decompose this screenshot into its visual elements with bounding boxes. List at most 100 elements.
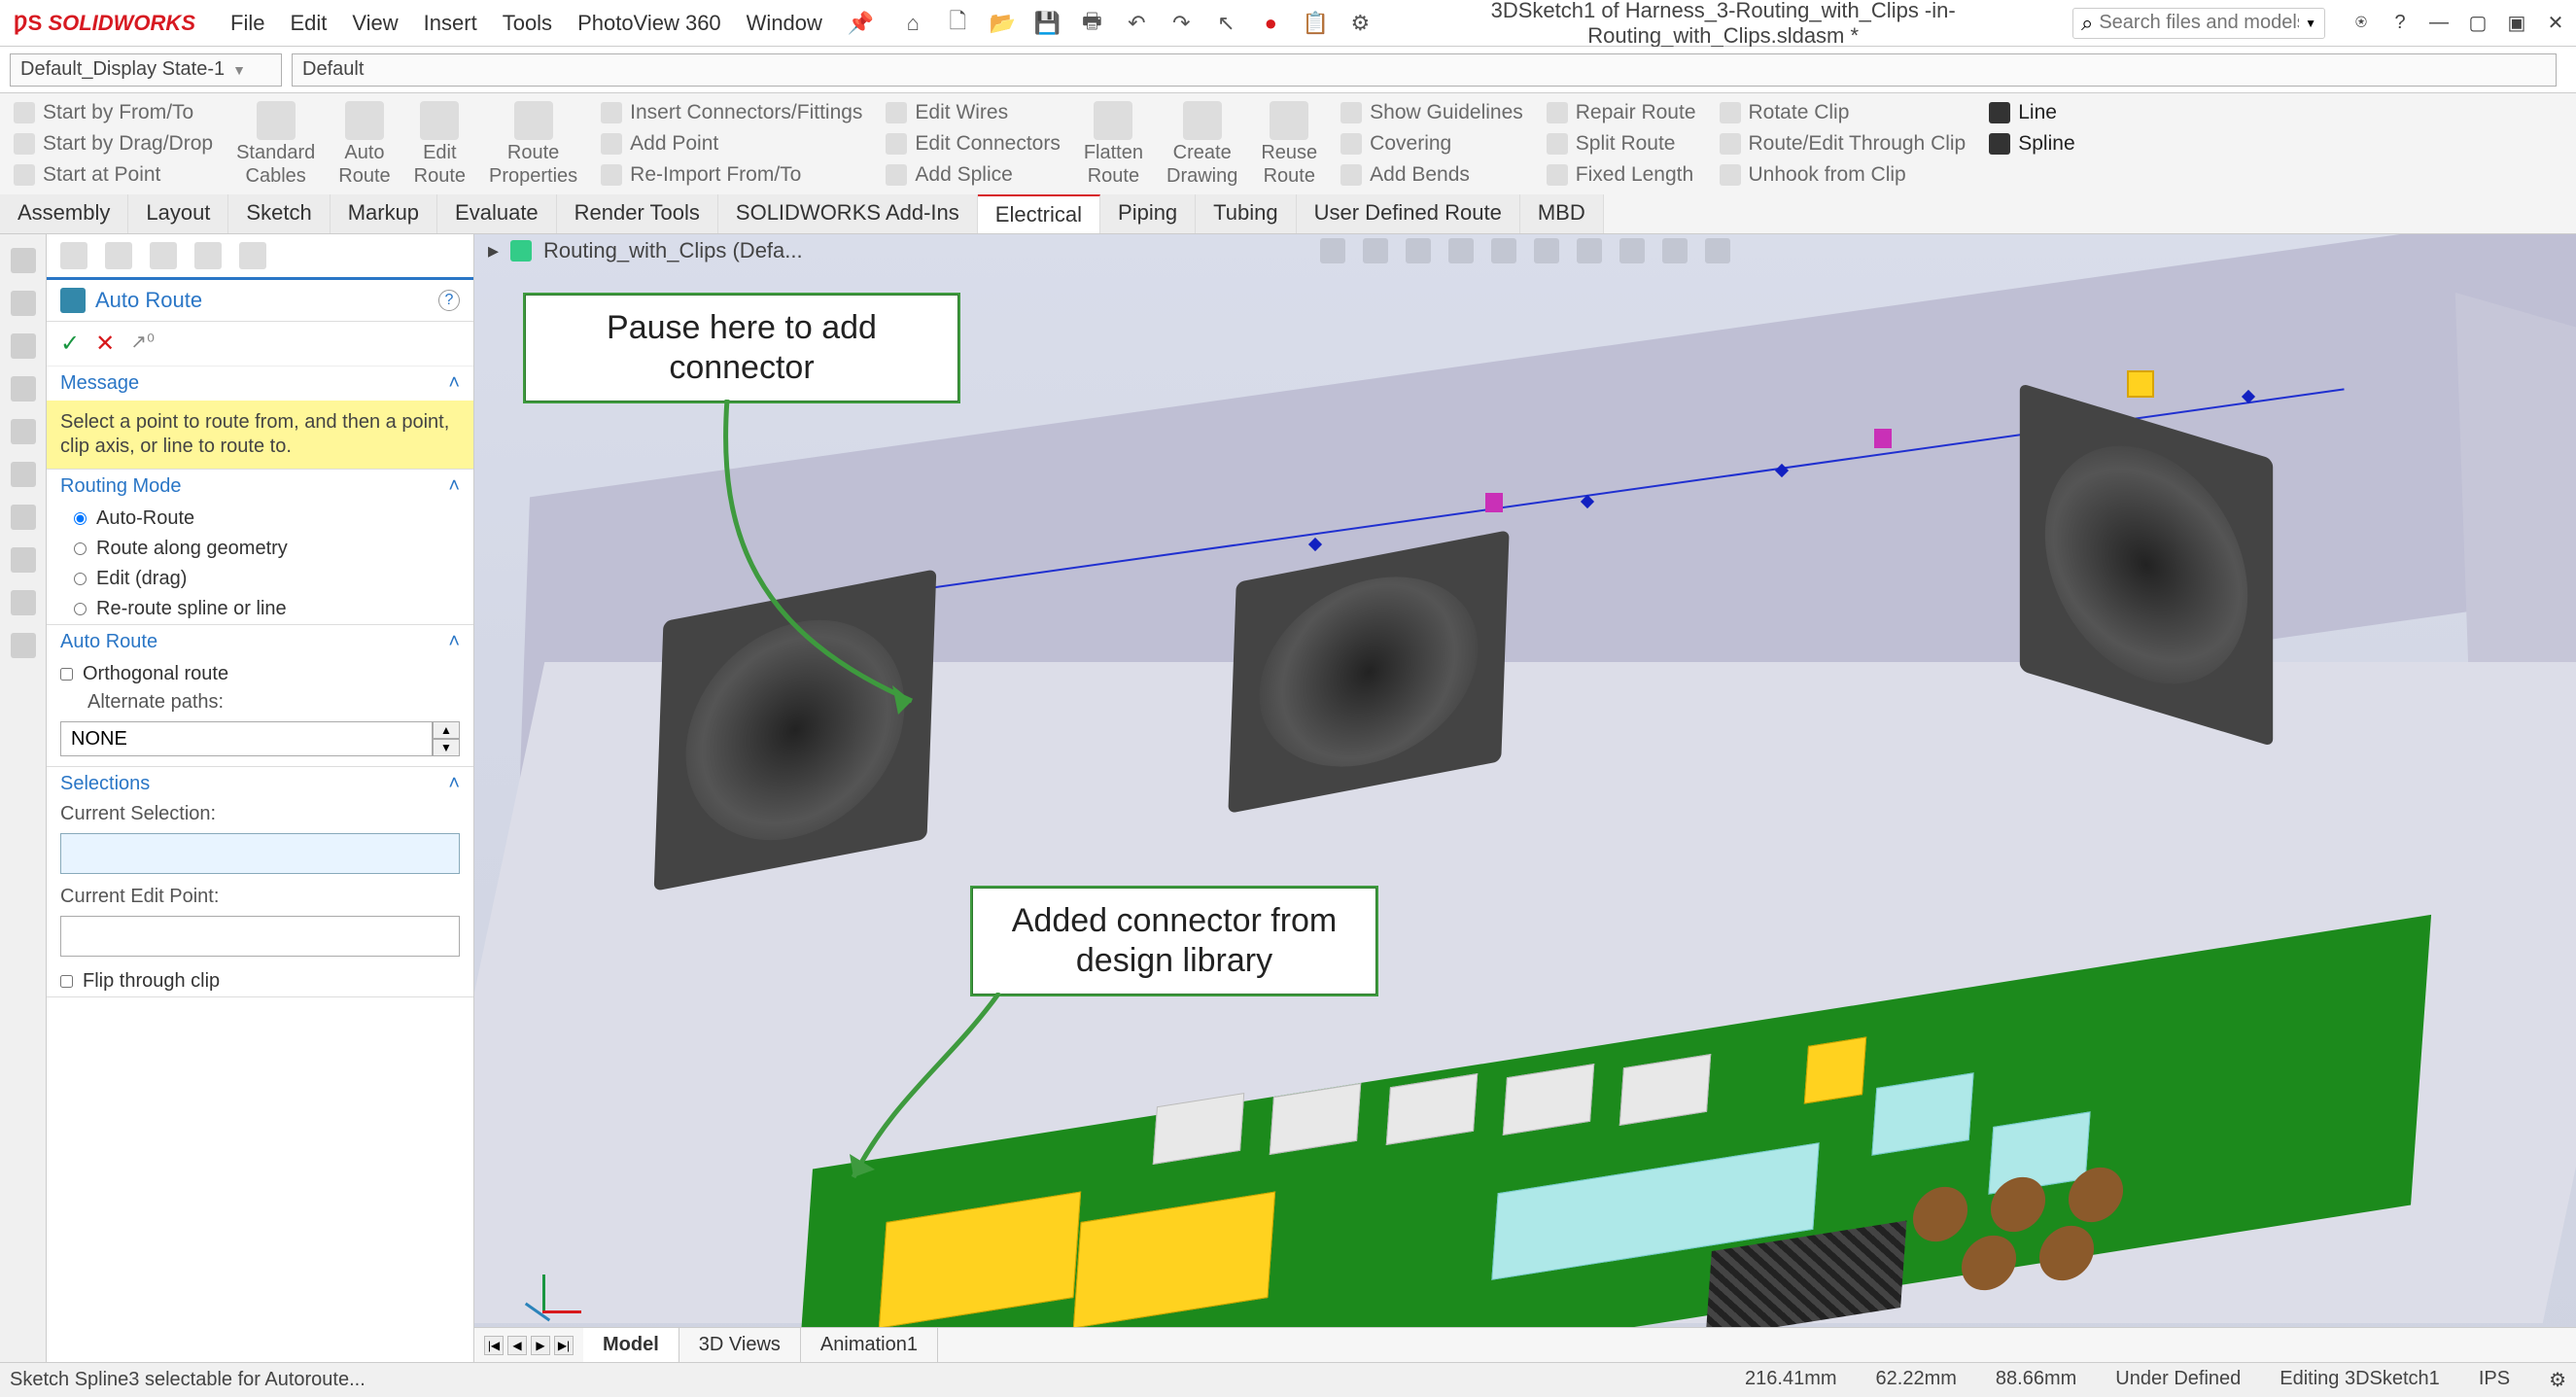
tab-electrical[interactable]: Electrical: [978, 194, 1100, 233]
pm-tab-display-icon[interactable]: [150, 242, 177, 269]
check-orthogonal-input[interactable]: [60, 668, 73, 681]
route-connector-end[interactable]: [2127, 370, 2154, 398]
search-dropdown-icon[interactable]: ▼: [2305, 17, 2316, 30]
current-edit-point-input[interactable]: [60, 916, 460, 957]
cmd-start-drag-drop[interactable]: Start by Drag/Drop: [14, 132, 213, 156]
pm-mode-header[interactable]: Routing Mode˄: [47, 470, 473, 504]
pm-tab-feature-icon[interactable]: [60, 242, 87, 269]
cmd-repair-route[interactable]: Repair Route: [1547, 101, 1696, 124]
tab-piping[interactable]: Piping: [1100, 194, 1196, 233]
pm-message-header[interactable]: Message˄: [47, 367, 473, 401]
pm-selections-header[interactable]: Selections˄: [47, 767, 473, 801]
check-flip-through-clip[interactable]: Flip through clip: [47, 966, 473, 996]
cmd-line[interactable]: Line: [1989, 101, 2074, 124]
radio-edit-drag[interactable]: Edit (drag): [47, 564, 473, 594]
search-input[interactable]: [2099, 12, 2299, 34]
print-icon[interactable]: 🖶: [1078, 10, 1105, 37]
pm-auto-route-header[interactable]: Auto Route˄: [47, 625, 473, 659]
cmd-route-through-clip[interactable]: Route/Edit Through Clip: [1720, 132, 1967, 156]
cmd-insert-connectors[interactable]: Insert Connectors/Fittings: [601, 101, 862, 124]
radio-route-geom[interactable]: Route along geometry: [47, 534, 473, 564]
route-clip[interactable]: [1874, 429, 1892, 448]
radio-edit-drag-input[interactable]: [74, 573, 87, 585]
menu-pin-icon[interactable]: 📌: [848, 11, 874, 36]
tab-render-tools[interactable]: Render Tools: [557, 194, 718, 233]
cmd-start-at-point[interactable]: Start at Point: [14, 163, 213, 187]
radio-auto-route-input[interactable]: [74, 512, 87, 525]
cmd-add-point[interactable]: Add Point: [601, 132, 862, 156]
pm-tab-sensor-icon[interactable]: [194, 242, 222, 269]
cmd-add-bends[interactable]: Add Bends: [1340, 163, 1523, 187]
cmd-start-from-to[interactable]: Start by From/To: [14, 101, 213, 124]
cmd-fixed-length[interactable]: Fixed Length: [1547, 163, 1696, 187]
tab-mbd[interactable]: MBD: [1520, 194, 1604, 233]
route-clip[interactable]: [1485, 493, 1503, 512]
select-icon[interactable]: ↖: [1212, 10, 1239, 37]
menu-insert[interactable]: Insert: [424, 11, 477, 36]
tab-sketch[interactable]: Sketch: [228, 194, 330, 233]
tab-animation1[interactable]: Animation1: [801, 1328, 938, 1362]
ltool-6-icon[interactable]: [11, 462, 36, 487]
check-flip-input[interactable]: [60, 975, 73, 988]
tab-solidworks-addins[interactable]: SOLIDWORKS Add-Ins: [718, 194, 978, 233]
pushpin-icon[interactable]: ↗⁰: [130, 330, 155, 358]
menu-photoview[interactable]: PhotoView 360: [577, 11, 721, 36]
cmd-create-drawing[interactable]: CreateDrawing: [1166, 101, 1237, 187]
radio-reroute-input[interactable]: [74, 603, 87, 615]
redo-icon[interactable]: ↷: [1167, 10, 1195, 37]
ltool-10-icon[interactable]: [11, 633, 36, 658]
cmd-rotate-clip[interactable]: Rotate Clip: [1720, 101, 1967, 124]
radio-reroute[interactable]: Re-route spline or line: [47, 594, 473, 624]
check-orthogonal[interactable]: Orthogonal route: [47, 659, 473, 689]
settings-gear-icon[interactable]: ⚙: [1346, 10, 1374, 37]
ltool-7-icon[interactable]: [11, 505, 36, 530]
ltool-2-icon[interactable]: [11, 291, 36, 316]
pm-help-icon[interactable]: ?: [438, 290, 460, 311]
cmd-unhook-clip[interactable]: Unhook from Clip: [1720, 163, 1967, 187]
display-state-dropdown[interactable]: Default_Display State-1 ▼: [10, 53, 282, 87]
ltool-8-icon[interactable]: [11, 547, 36, 573]
cmd-spline[interactable]: Spline: [1989, 132, 2074, 156]
status-gear-icon[interactable]: ⚙: [2549, 1368, 2566, 1392]
cmd-edit-route[interactable]: EditRoute: [414, 101, 466, 187]
cmd-add-splice[interactable]: Add Splice: [886, 163, 1060, 187]
cmd-show-guidelines[interactable]: Show Guidelines: [1340, 101, 1523, 124]
tab-udr[interactable]: User Defined Route: [1297, 194, 1520, 233]
radio-route-geom-input[interactable]: [74, 542, 87, 555]
ltool-3-icon[interactable]: [11, 333, 36, 359]
tab-3d-views[interactable]: 3D Views: [679, 1328, 801, 1362]
tab-markup[interactable]: Markup: [331, 194, 437, 233]
options-icon[interactable]: 📋: [1302, 10, 1329, 37]
new-icon[interactable]: 🗋: [944, 10, 971, 37]
cmd-edit-wires[interactable]: Edit Wires: [886, 101, 1060, 124]
tab-assembly[interactable]: Assembly: [0, 194, 128, 233]
close-icon[interactable]: ✕: [2543, 11, 2568, 36]
home-icon[interactable]: ⌂: [899, 10, 926, 37]
menu-window[interactable]: Window: [747, 11, 822, 36]
rebuild-icon[interactable]: ●: [1257, 10, 1284, 37]
cmd-auto-route[interactable]: AutoRoute: [338, 101, 390, 187]
restore-icon[interactable]: ▢: [2465, 11, 2490, 36]
save-icon[interactable]: 💾: [1033, 10, 1061, 37]
alternate-paths-selector[interactable]: NONE ▲▼: [60, 721, 460, 756]
3d-viewport[interactable]: ▸ Routing_with_Clips (Defa... ✓ ✕: [474, 234, 2576, 1362]
tab-model[interactable]: Model: [583, 1328, 679, 1362]
menu-view[interactable]: View: [352, 11, 398, 36]
menu-tools[interactable]: Tools: [503, 11, 552, 36]
undo-icon[interactable]: ↶: [1123, 10, 1150, 37]
cmd-reimport[interactable]: Re-Import From/To: [601, 163, 862, 187]
configuration-dropdown[interactable]: Default: [292, 53, 2557, 87]
cmd-split-route[interactable]: Split Route: [1547, 132, 1696, 156]
orientation-triad[interactable]: [513, 1255, 572, 1313]
tab-tubing[interactable]: Tubing: [1196, 194, 1296, 233]
pm-tab-config-icon[interactable]: [105, 242, 132, 269]
ltool-1-icon[interactable]: [11, 248, 36, 273]
maximize-icon[interactable]: ▣: [2504, 11, 2529, 36]
menu-edit[interactable]: Edit: [290, 11, 327, 36]
tab-layout[interactable]: Layout: [128, 194, 228, 233]
status-units[interactable]: IPS: [2479, 1368, 2510, 1392]
menu-file[interactable]: File: [230, 11, 264, 36]
ltool-5-icon[interactable]: [11, 419, 36, 444]
user-icon[interactable]: ⍟: [2349, 11, 2374, 36]
ok-button[interactable]: ✓: [60, 330, 80, 358]
